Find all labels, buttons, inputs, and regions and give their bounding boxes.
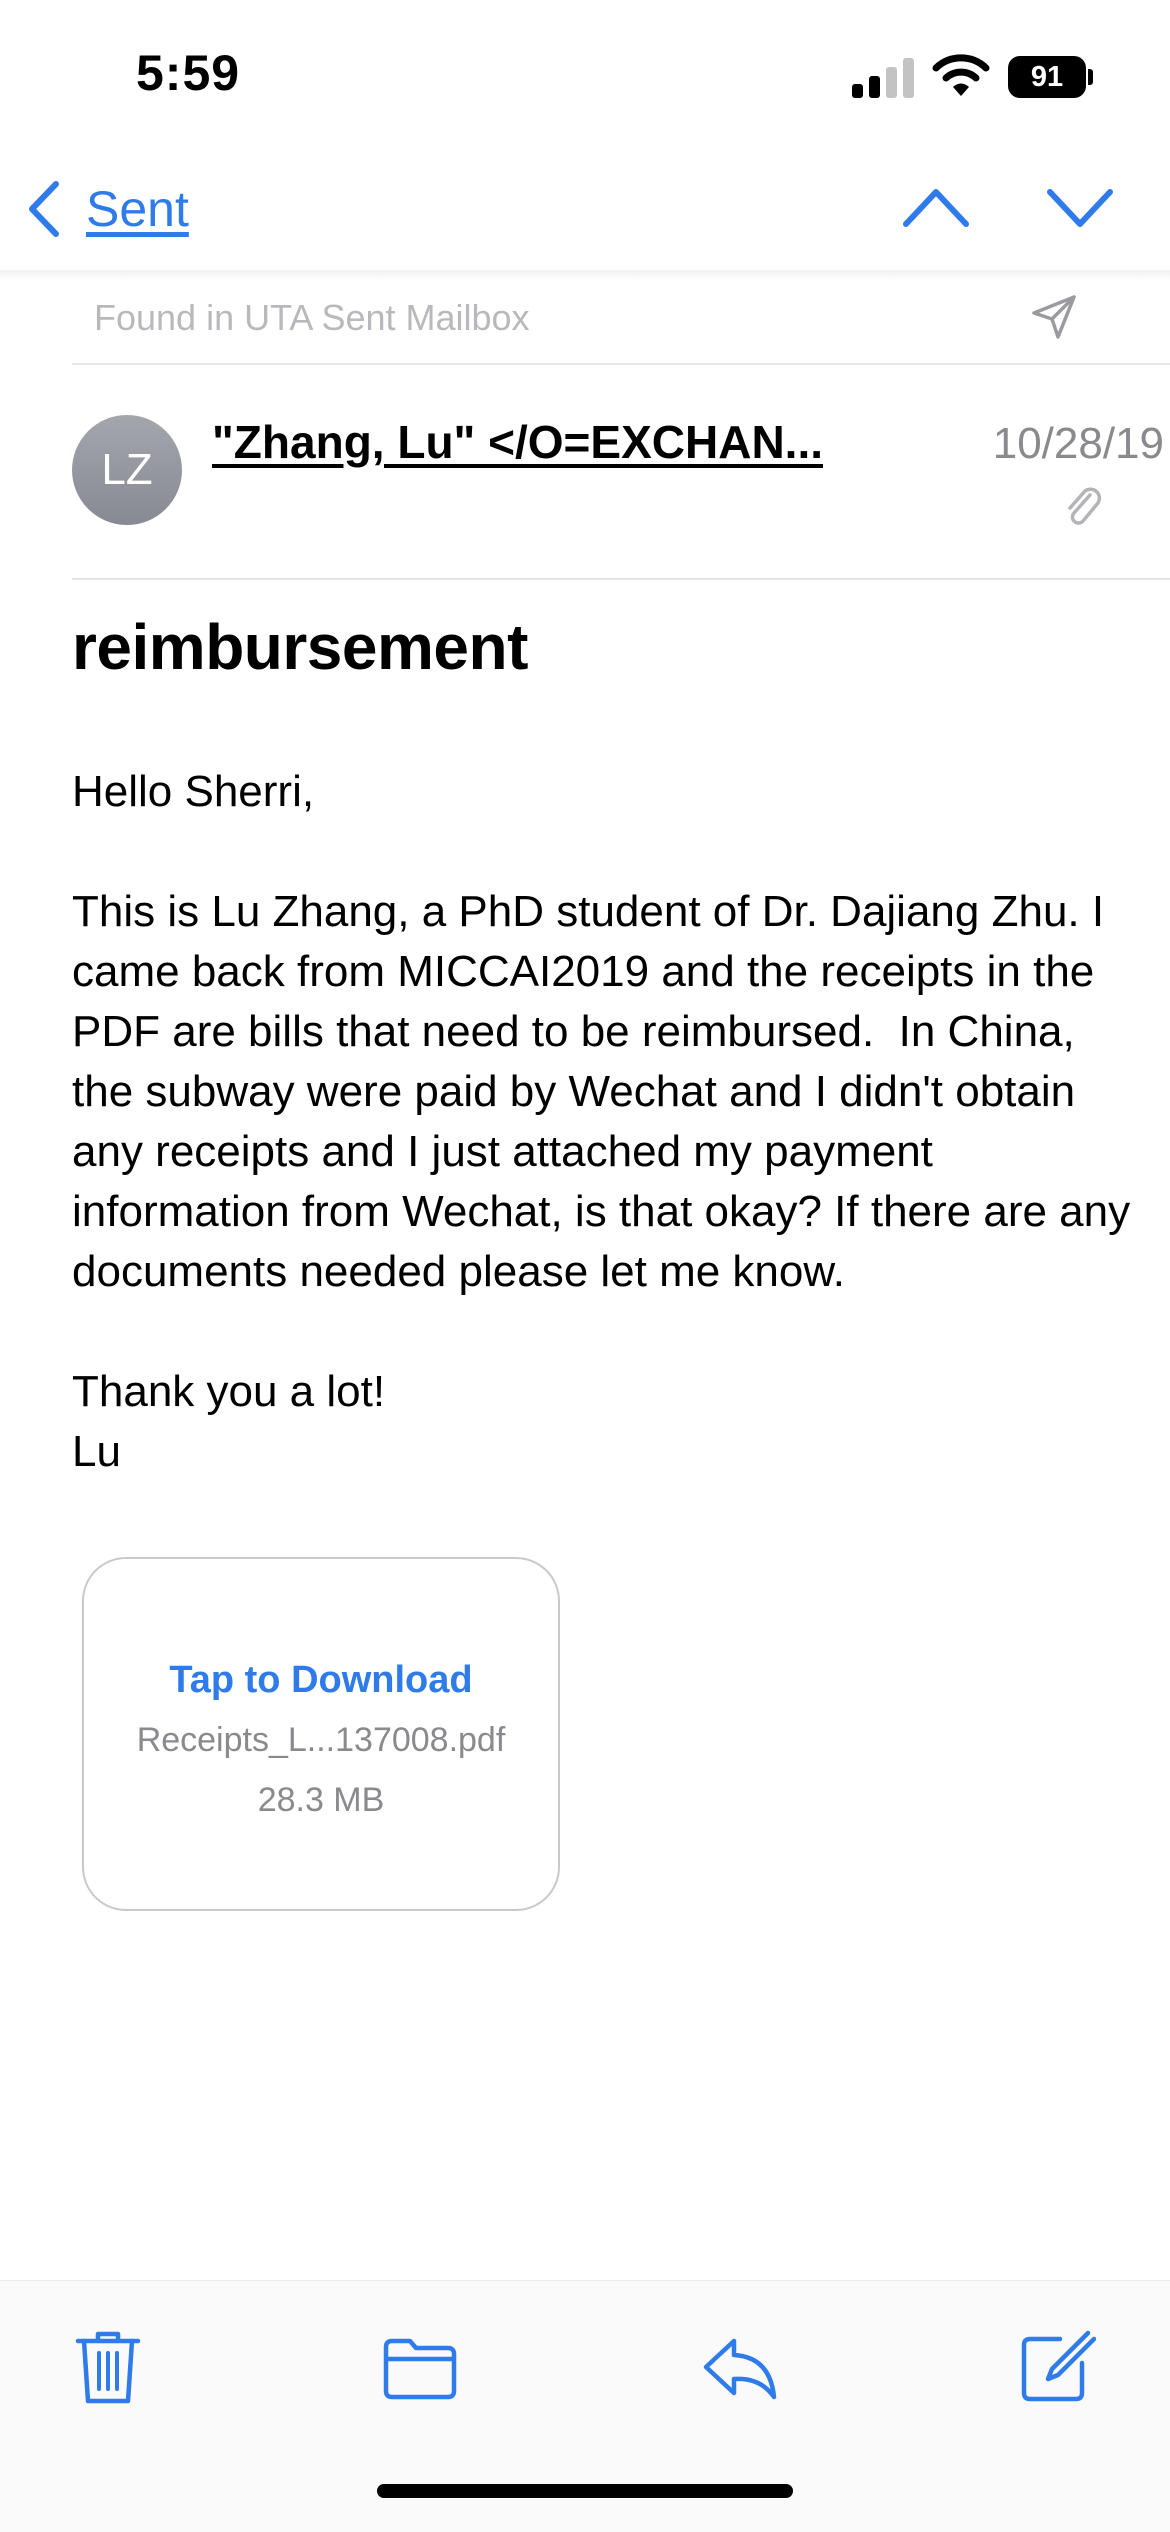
- chevron-down-icon[interactable]: [1044, 182, 1116, 232]
- sender-name[interactable]: "Zhang, Lu" </O=EXCHAN...: [212, 415, 823, 469]
- chevron-left-icon[interactable]: [24, 178, 64, 240]
- attachment-file-size: 28.3 MB: [257, 1781, 385, 1819]
- found-in-banner: Found in UTA Sent Mailbox: [72, 285, 1170, 365]
- wifi-icon: [932, 54, 990, 96]
- download-button[interactable]: Tap to Download: [84, 1659, 558, 1702]
- chevron-up-icon[interactable]: [900, 182, 972, 232]
- back-button[interactable]: Sent: [86, 180, 189, 238]
- mail-message-screen: 5:59 91 Sent Found in UTA Sent Mailbox L…: [0, 0, 1170, 2532]
- trash-icon[interactable]: [68, 2327, 148, 2407]
- paperclip-icon: [1068, 487, 1102, 525]
- nav-bar: Sent: [0, 160, 1170, 270]
- battery-level: 91: [1008, 56, 1086, 98]
- status-bar: 5:59 91: [0, 0, 1170, 150]
- compose-icon[interactable]: [1016, 2327, 1096, 2407]
- avatar[interactable]: LZ: [72, 415, 182, 525]
- message-date: 10/28/19: [992, 419, 1164, 468]
- nav-divider: [0, 270, 1170, 280]
- found-in-label: Found in UTA Sent Mailbox: [94, 297, 530, 338]
- attachment-file-name: Receipts_L...137008.pdf: [136, 1721, 506, 1759]
- message-body: Hello Sherri, This is Lu Zhang, a PhD st…: [72, 767, 1131, 1476]
- message-header: LZ "Zhang, Lu" </O=EXCHAN... 10/28/19: [72, 365, 1170, 580]
- paper-plane-icon: [1032, 295, 1076, 339]
- attachment-card[interactable]: Tap to Download Receipts_L...137008.pdf …: [82, 1557, 560, 1911]
- reply-icon[interactable]: [700, 2327, 780, 2407]
- folder-icon[interactable]: [380, 2327, 460, 2407]
- status-time: 5:59: [136, 45, 241, 101]
- battery-icon: 91: [1008, 56, 1093, 98]
- cellular-signal-icon: [852, 58, 914, 98]
- message-subject: reimbursement: [72, 611, 528, 683]
- home-indicator[interactable]: [377, 2484, 793, 2498]
